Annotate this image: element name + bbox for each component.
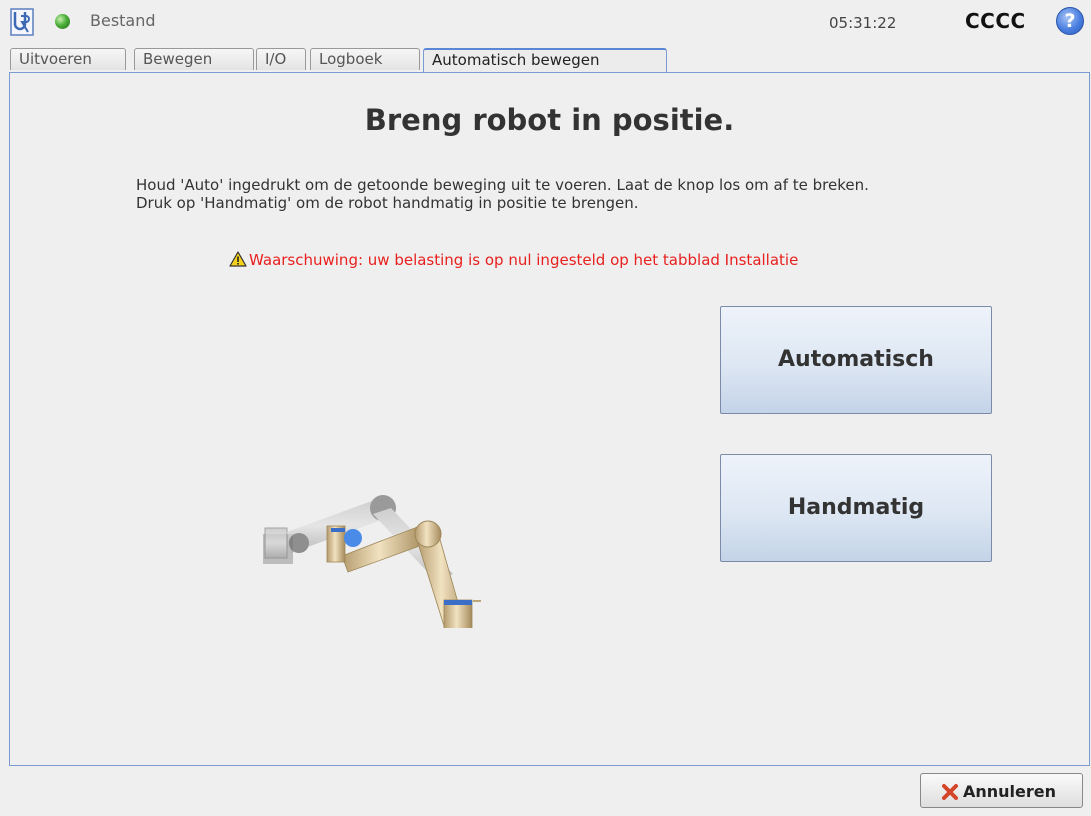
warning-message: Waarschuwing: uw belasting is op nul ing… [229, 251, 798, 269]
top-bar: Bestand 05:31:22 CCCC ? [0, 0, 1091, 44]
close-icon [942, 784, 958, 800]
clock: 05:31:22 [829, 14, 897, 32]
ur-logo-icon [10, 8, 34, 36]
tab-bewegen[interactable]: Bewegen [134, 48, 254, 70]
file-menu[interactable]: Bestand [90, 11, 156, 30]
manual-button-label: Handmatig [787, 495, 925, 520]
tab-uitvoeren[interactable]: Uitvoeren [10, 48, 126, 70]
tab-automatisch-bewegen[interactable]: Automatisch bewegen [423, 48, 667, 74]
tab-io[interactable]: I/O [256, 48, 306, 70]
warning-text: Waarschuwing: uw belasting is op nul ing… [249, 251, 799, 269]
cancel-button[interactable]: Annuleren [920, 773, 1083, 808]
main-panel: Breng robot in positie. Houd 'Auto' inge… [9, 72, 1090, 766]
manual-button[interactable]: Handmatig [720, 454, 992, 562]
automatic-button[interactable]: Automatisch [720, 306, 992, 414]
robot-preview [263, 495, 481, 628]
instruction-line-2: Druk op 'Handmatig' om de robot handmati… [136, 194, 639, 212]
cancel-button-label: Annuleren [963, 782, 1057, 801]
robot-name: CCCC [965, 9, 1026, 33]
automatic-button-label: Automatisch [778, 347, 934, 372]
help-icon[interactable]: ? [1056, 7, 1084, 35]
page-title: Breng robot in positie. [364, 103, 735, 137]
status-ok-icon [55, 14, 70, 29]
tab-logboek[interactable]: Logboek [310, 48, 420, 70]
instruction-line-1: Houd 'Auto' ingedrukt om de getoonde bew… [136, 176, 869, 194]
warning-icon [229, 251, 247, 267]
